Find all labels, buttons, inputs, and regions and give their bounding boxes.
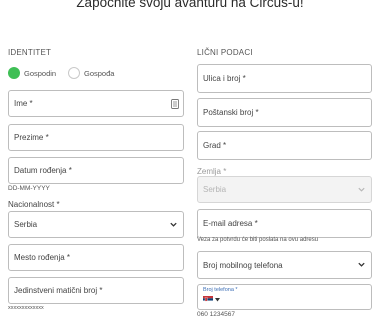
street-field[interactable]: Ulica i broj * bbox=[197, 64, 372, 93]
email-hint: Veza za potvrdu će biti poslata na ovu a… bbox=[197, 237, 319, 243]
phone-type-select[interactable]: Broj mobilnog telefona bbox=[197, 251, 372, 279]
chevron-down-icon bbox=[358, 187, 365, 192]
phone-number-field[interactable]: Broj telefona * bbox=[197, 284, 372, 310]
first-name-field[interactable]: Ime * bbox=[8, 90, 184, 117]
gender-label-gospodin: Gospodin bbox=[24, 69, 57, 78]
page-title: Započnite svoju avanturu na Circus-u! bbox=[76, 0, 304, 10]
first-name-placeholder: Ime * bbox=[14, 99, 33, 108]
street-placeholder: Ulica i broj * bbox=[203, 74, 246, 83]
nationality-label: Nacionalnost * bbox=[8, 200, 60, 209]
country-label: Zemlja * bbox=[197, 167, 227, 176]
postal-code-field[interactable]: Poštanski broj * bbox=[197, 98, 372, 127]
birth-date-placeholder: Datum rođenja * bbox=[14, 166, 72, 175]
last-name-placeholder: Prezime * bbox=[14, 133, 49, 142]
gender-label-gospoda: Gospođa bbox=[84, 69, 115, 78]
personal-heading: LIČNI PODACI bbox=[197, 48, 253, 57]
birthplace-placeholder: Mesto rođenja * bbox=[14, 253, 71, 262]
birth-date-field[interactable]: Datum rođenja * bbox=[8, 157, 184, 184]
gender-radio-gospoda[interactable] bbox=[68, 67, 80, 79]
postal-code-placeholder: Poštanski broj * bbox=[203, 108, 259, 117]
country-select[interactable]: Serbia bbox=[197, 176, 372, 203]
caret-down-icon[interactable] bbox=[215, 298, 220, 302]
serbia-flag-icon[interactable] bbox=[203, 296, 213, 303]
city-placeholder: Grad * bbox=[203, 141, 227, 150]
phone-type-value: Broj mobilnog telefona bbox=[203, 260, 283, 270]
personal-id-hint: xxxxxxxxxxxxx bbox=[8, 305, 44, 311]
phone-number-label: Broj telefona * bbox=[203, 287, 238, 293]
birthplace-field[interactable]: Mesto rođenja * bbox=[8, 244, 184, 271]
gender-radio-gospodin[interactable] bbox=[8, 67, 20, 79]
last-name-field[interactable]: Prezime * bbox=[8, 124, 184, 151]
phone-example: 060 1234567 bbox=[197, 311, 235, 318]
personal-id-placeholder: Jedinstveni matični broj * bbox=[14, 286, 103, 295]
birth-date-hint: DD-MM-YYYY bbox=[8, 185, 50, 192]
email-field[interactable]: E-mail adresa * bbox=[197, 209, 372, 238]
chevron-down-icon bbox=[170, 222, 177, 227]
identity-heading: IDENTITET bbox=[8, 48, 52, 57]
country-value: Serbia bbox=[203, 185, 227, 194]
personal-id-field[interactable]: Jedinstveni matični broj * bbox=[8, 277, 184, 304]
nationality-value: Serbia bbox=[14, 220, 38, 229]
keyboard-icon bbox=[171, 98, 179, 109]
email-placeholder: E-mail adresa * bbox=[203, 219, 258, 228]
nationality-select[interactable]: Serbia bbox=[8, 211, 184, 238]
chevron-down-icon bbox=[358, 262, 365, 267]
city-field[interactable]: Grad * bbox=[197, 131, 372, 160]
